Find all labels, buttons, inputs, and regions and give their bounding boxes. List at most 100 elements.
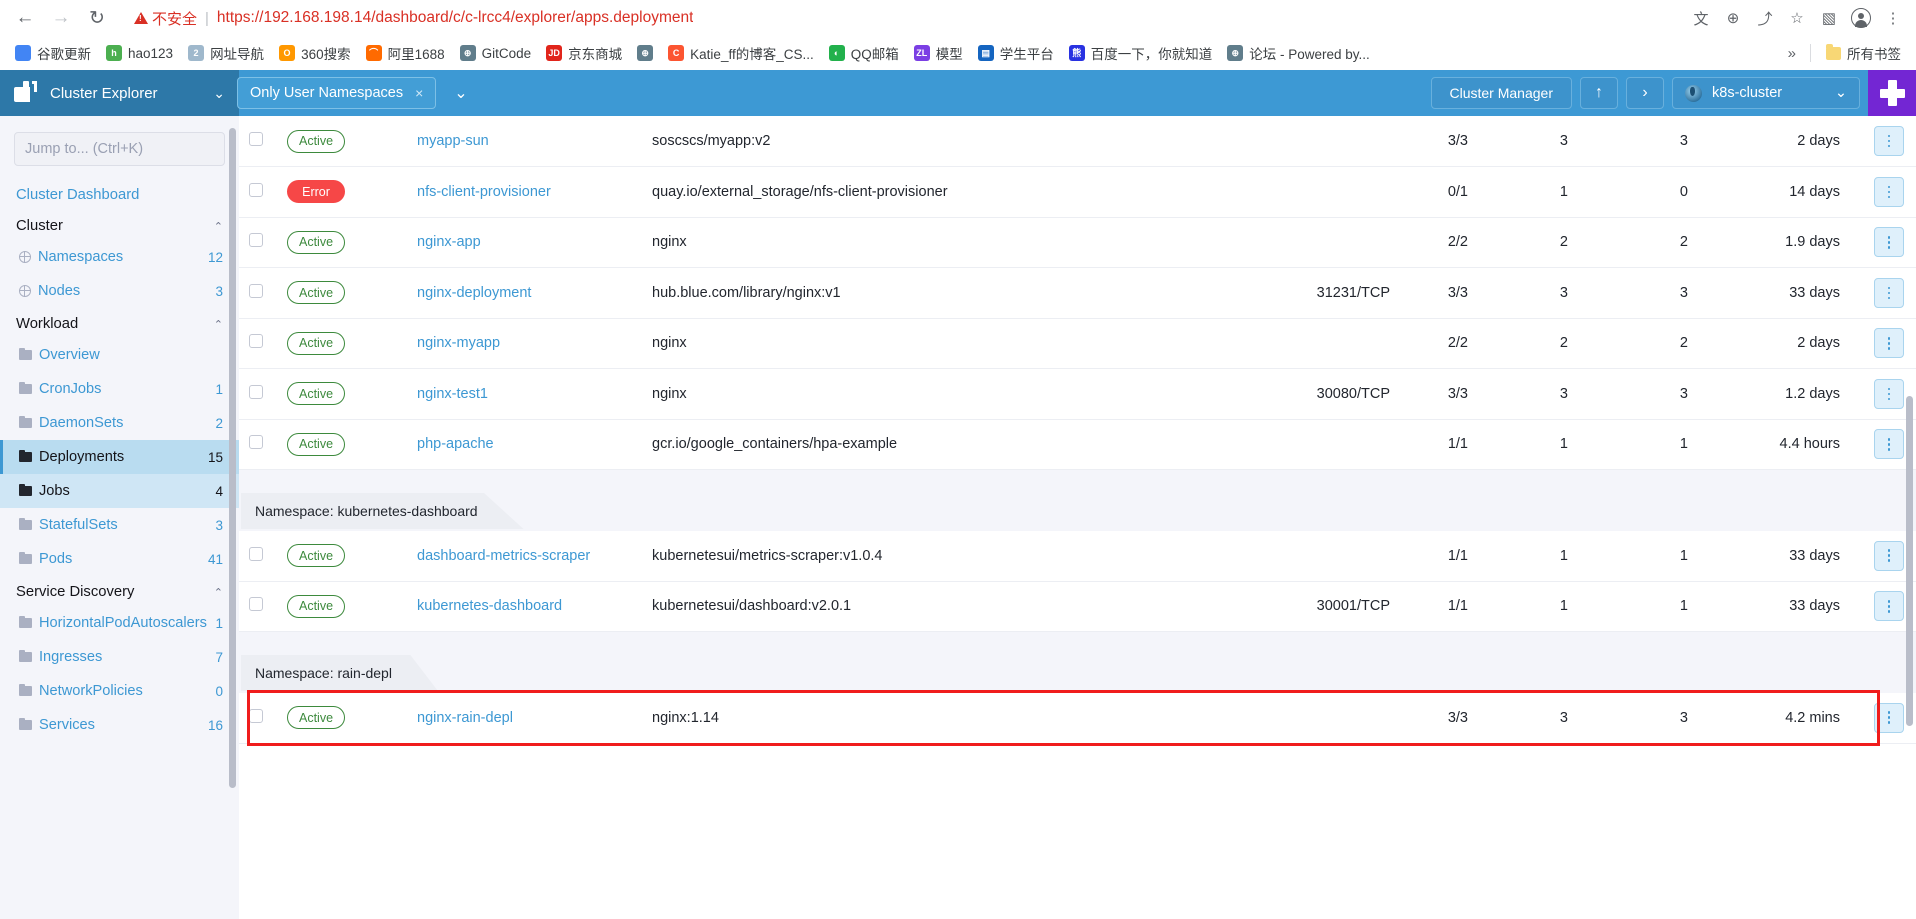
table-row[interactable]: Active nginx-deployment hub.blue.com/libra… — [239, 267, 1916, 319]
sidebar-item-jobs[interactable]: Jobs 4 — [0, 474, 239, 508]
bookmark-item[interactable]: C Katie_ff的博客_CS... — [661, 39, 821, 67]
sidebar-item-nodes[interactable]: Nodes 3 — [0, 274, 239, 308]
table-row[interactable]: Active kubernetes-dashboard kubernetesui/d… — [239, 581, 1916, 632]
row-action-menu-button[interactable] — [1874, 277, 1904, 308]
row-name-cell[interactable]: nginx-myapp — [417, 318, 652, 369]
profile-avatar[interactable] — [1846, 4, 1876, 32]
sidebar-item-cronjobs[interactable]: CronJobs 1 — [0, 372, 239, 406]
cluster-selector[interactable]: k8s-cluster ⌄ — [1672, 77, 1860, 109]
namespace-filter[interactable]: Only User Namespaces × — [237, 77, 437, 109]
row-name-cell[interactable]: nginx-rain-depl — [417, 693, 652, 744]
row-checkbox-cell[interactable] — [239, 419, 287, 470]
sidebar-item-horizontalpodautoscalers[interactable]: HorizontalPodAutoscalers 1 — [0, 606, 239, 640]
namespace-filter-pill[interactable]: Only User Namespaces × — [250, 85, 423, 101]
row-action-menu-button[interactable] — [1874, 540, 1904, 571]
chevron-down-icon[interactable]: ⌄ — [213, 85, 225, 102]
bookmark-item[interactable]: ⊕ — [630, 41, 660, 65]
table-row[interactable]: Error nfs-client-provisioner quay.io/exter… — [239, 166, 1916, 218]
bookmark-item[interactable]: ▤ 学生平台 — [971, 39, 1061, 67]
table-row[interactable]: Active nginx-app nginx 2/2 2 2 1.9 days — [239, 217, 1916, 268]
bookmark-item[interactable]: ZL 模型 — [907, 39, 970, 67]
row-action-menu-button[interactable] — [1874, 429, 1904, 460]
row-ports-cell[interactable] — [1172, 318, 1404, 369]
table-row[interactable]: Active dashboard-metrics-scraper kubernete… — [239, 530, 1916, 582]
row-name-cell[interactable]: nginx-app — [417, 217, 652, 268]
bookmark-item[interactable]: ◐ QQ邮箱 — [822, 39, 906, 67]
row-checkbox[interactable] — [249, 384, 263, 399]
sidebar-item-overview[interactable]: Overview — [0, 338, 239, 372]
bookmark-item[interactable]: h hao123 — [99, 41, 180, 65]
back-button[interactable]: ← — [8, 3, 42, 33]
sidebar-item-namespaces[interactable]: Namespaces 12 — [0, 240, 239, 274]
deployment-link[interactable]: nginx-rain-depl — [417, 710, 513, 726]
row-actions-cell[interactable] — [1856, 268, 1916, 319]
row-name-cell[interactable]: php-apache — [417, 419, 652, 470]
row-checkbox[interactable] — [249, 435, 263, 450]
row-name-cell[interactable]: myapp-sun — [417, 116, 652, 167]
sidebar-item-daemonsets[interactable]: DaemonSets 2 — [0, 406, 239, 440]
table-row[interactable]: Active nginx-myapp nginx 2/2 2 2 2 days — [239, 318, 1916, 369]
deployment-link[interactable]: myapp-sun — [417, 133, 489, 149]
row-ports-cell[interactable]: 30001/TCP — [1172, 581, 1404, 632]
kubectl-shell-button[interactable]: › — [1626, 77, 1664, 109]
row-checkbox[interactable] — [249, 708, 263, 723]
row-name-cell[interactable]: nginx-test1 — [417, 369, 652, 420]
row-checkbox[interactable] — [249, 546, 263, 561]
row-action-menu-button[interactable] — [1874, 126, 1904, 156]
zoom-icon[interactable]: ⊕ — [1718, 4, 1748, 32]
table-row[interactable]: Active php-apache gcr.io/google_containers… — [239, 419, 1916, 470]
deployment-link[interactable]: nfs-client-provisioner — [417, 184, 551, 200]
deployment-link[interactable]: kubernetes-dashboard — [417, 598, 562, 614]
share-icon[interactable]: ⤴ — [1750, 4, 1780, 32]
bookmark-item[interactable]: O 360搜索 — [272, 39, 358, 67]
row-name-cell[interactable]: dashboard-metrics-scraper — [417, 531, 652, 582]
sidebar-item-cluster-dashboard[interactable]: Cluster Dashboard — [0, 180, 239, 210]
bookmarks-overflow-button[interactable]: » — [1782, 45, 1802, 62]
row-checkbox[interactable] — [249, 233, 263, 248]
bookmark-item[interactable]: ⊕ 论坛 - Powered by... — [1220, 39, 1377, 67]
sidebar-item-ingresses[interactable]: Ingresses 7 — [0, 640, 239, 674]
sidebar-item-deployments[interactable]: Deployments 15 — [0, 440, 239, 474]
deployment-link[interactable]: nginx-test1 — [417, 386, 488, 402]
row-action-menu-button[interactable] — [1874, 702, 1904, 733]
row-name-cell[interactable]: kubernetes-dashboard — [417, 581, 652, 632]
row-action-menu-button[interactable] — [1874, 591, 1904, 622]
side-panel-icon[interactable]: ▧ — [1814, 4, 1844, 32]
sidebar-group-service-discovery[interactable]: Service Discovery ⌃ — [0, 576, 239, 606]
cluster-manager-button[interactable]: Cluster Manager — [1430, 77, 1572, 109]
sidebar-item-statefulsets[interactable]: StatefulSets 3 — [0, 508, 239, 542]
sidebar-group-cluster[interactable]: Cluster ⌃ — [0, 210, 239, 240]
row-ports-cell[interactable]: 30080/TCP — [1172, 369, 1404, 420]
forward-button[interactable]: → — [44, 3, 78, 33]
bookmark-item[interactable]: JD 京东商城 — [539, 39, 629, 67]
row-checkbox-cell[interactable] — [239, 318, 287, 369]
row-ports-cell[interactable] — [1172, 217, 1404, 268]
bookmark-item[interactable]: 谷歌更新 — [8, 39, 98, 67]
translate-icon[interactable]: 文 — [1686, 4, 1716, 32]
sidebar-item-services[interactable]: Services 16 — [0, 708, 239, 742]
row-action-menu-button[interactable] — [1874, 378, 1904, 409]
extension-button[interactable] — [1868, 70, 1916, 116]
row-action-menu-button[interactable] — [1874, 328, 1904, 359]
bookmark-item[interactable]: 2 网址导航 — [181, 39, 271, 67]
row-checkbox[interactable] — [249, 597, 263, 612]
sidebar-scrollbar[interactable] — [229, 128, 236, 788]
row-checkbox-cell[interactable] — [239, 217, 287, 268]
row-checkbox[interactable] — [249, 334, 263, 349]
sidebar-item-pods[interactable]: Pods 41 — [0, 542, 239, 576]
deployment-link[interactable]: nginx-deployment — [417, 285, 531, 301]
row-checkbox[interactable] — [249, 182, 263, 197]
row-ports-cell[interactable] — [1172, 116, 1404, 167]
sidebar-search[interactable] — [14, 132, 225, 166]
bookmark-item[interactable]: 熊百度一下，你就知道 — [1062, 39, 1220, 67]
namespace-dropdown-chevron-down-icon[interactable]: ⌄ — [444, 77, 477, 109]
search-input[interactable] — [25, 141, 214, 157]
row-ports-cell[interactable]: 31231/TCP — [1172, 268, 1404, 319]
row-checkbox-cell[interactable] — [239, 693, 287, 744]
deployment-link[interactable]: nginx-app — [417, 234, 481, 250]
row-ports-cell[interactable] — [1172, 167, 1404, 218]
row-actions-cell[interactable] — [1856, 116, 1916, 167]
table-row[interactable]: Active nginx-test1 nginx 30080/TCP 3/3 3 3 1.2 … — [239, 368, 1916, 420]
row-ports-cell[interactable] — [1172, 419, 1404, 470]
row-ports-cell[interactable] — [1172, 693, 1404, 744]
